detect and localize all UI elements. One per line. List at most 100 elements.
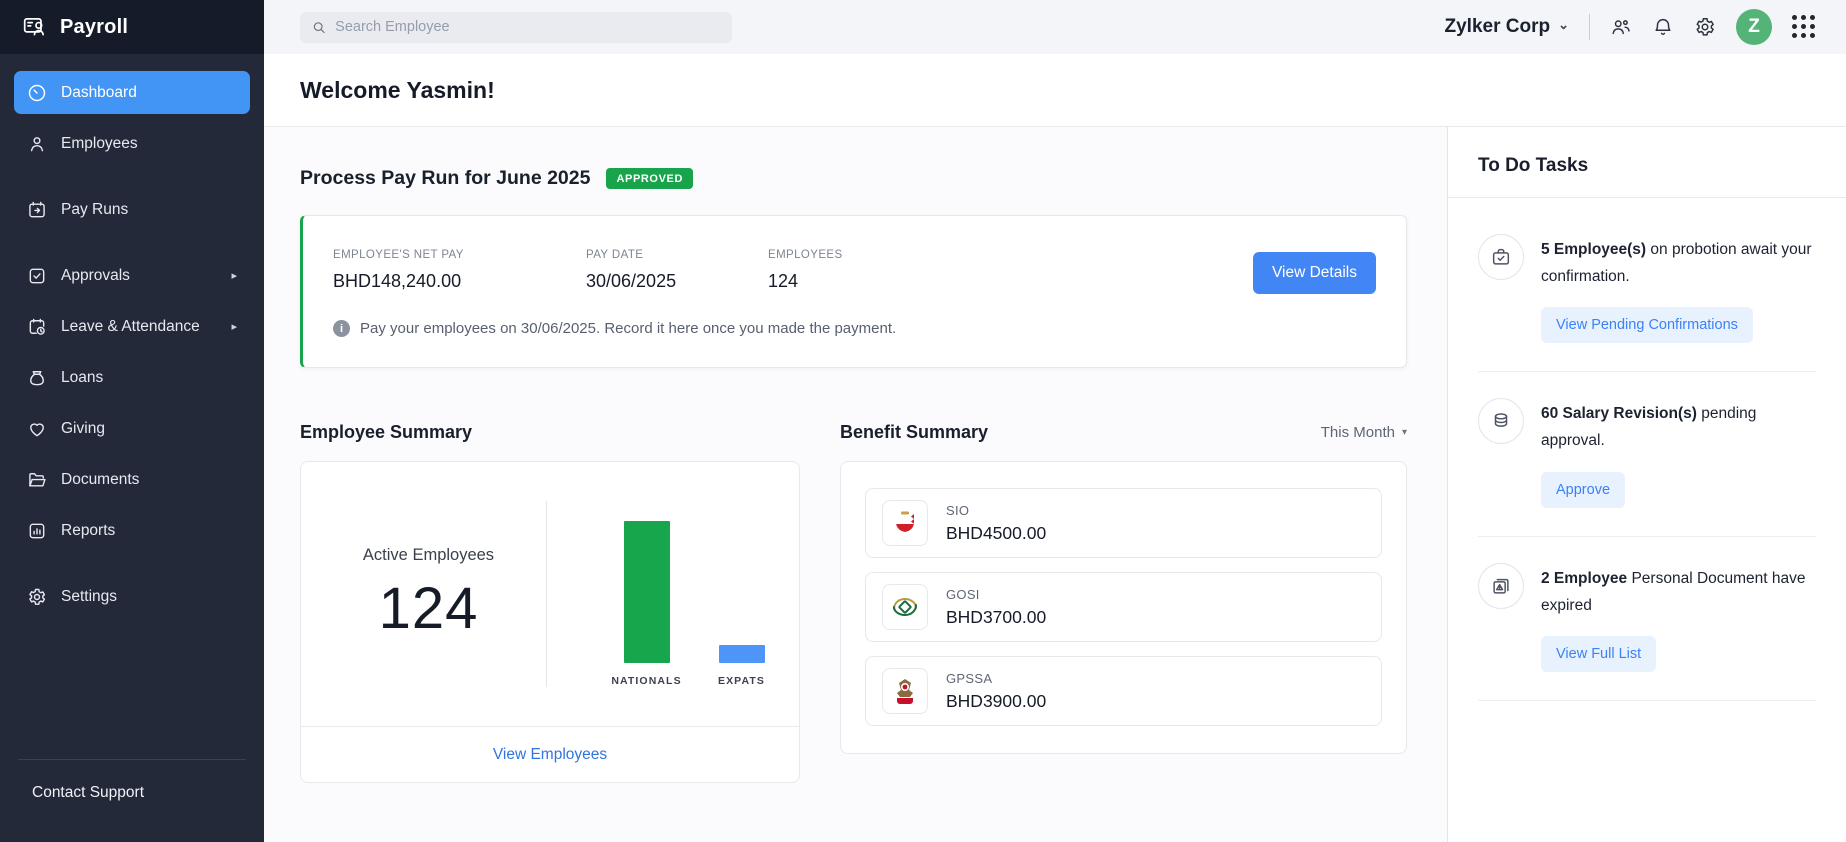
sidebar-item-label: Reports	[61, 522, 115, 540]
dashboard-content: Process Pay Run for June 2025 APPROVED E…	[264, 127, 1447, 842]
payroll-logo-icon	[22, 14, 48, 40]
field-value: 30/06/2025	[586, 271, 768, 292]
gosi-logo-icon	[882, 584, 928, 630]
benefit-amount: BHD3700.00	[946, 607, 1046, 628]
search-icon	[312, 20, 326, 35]
sidebar-item-label: Documents	[61, 471, 139, 489]
status-badge: APPROVED	[606, 168, 693, 189]
company-selector[interactable]: Zylker Corp ⌄	[1445, 16, 1570, 38]
sidebar-item-leave-attendance[interactable]: Leave & Attendance ▸	[14, 305, 250, 348]
sidebar-item-label: Employees	[61, 135, 138, 153]
benefit-name: GOSI	[946, 587, 1046, 602]
chevron-down-icon: ⌄	[1558, 17, 1569, 33]
view-pending-confirmations-button[interactable]: View Pending Confirmations	[1541, 307, 1753, 343]
todo-panel: To Do Tasks 5 Employee(s) on probotion a…	[1447, 127, 1846, 842]
sidebar-item-documents[interactable]: Documents	[14, 458, 250, 501]
net-pay-field: EMPLOYEE'S NET PAY BHD148,240.00	[333, 249, 586, 292]
info-icon: i	[333, 320, 350, 337]
benefit-row-gpssa[interactable]: GPSSA BHD3900.00	[865, 656, 1382, 726]
gear-icon	[27, 587, 47, 607]
active-employees-label: Active Employees	[311, 546, 546, 565]
sidebar-item-label: Pay Runs	[61, 201, 128, 219]
employee-summary-title: Employee Summary	[300, 422, 472, 443]
benefit-amount: BHD3900.00	[946, 691, 1046, 712]
benefit-amount: BHD4500.00	[946, 523, 1046, 544]
benefit-summary-title: Benefit Summary	[840, 422, 988, 443]
sidebar-item-settings[interactable]: Settings	[14, 575, 250, 618]
sidebar-item-reports[interactable]: Reports	[14, 509, 250, 552]
task-text: 60 Salary Revision(s) pending approval.	[1541, 398, 1816, 454]
active-employees-count: 124	[311, 575, 546, 642]
todo-title: To Do Tasks	[1478, 155, 1816, 177]
sidebar-nav: Dashboard Employees Pay Runs Approvals ▸…	[0, 54, 264, 626]
nationals-label: NATIONALS	[611, 675, 681, 687]
app-logo: Payroll	[0, 0, 264, 54]
page-title: Welcome Yasmin!	[300, 77, 495, 104]
task-text: 2 Employee Personal Document have expire…	[1541, 563, 1816, 619]
benefit-name: SIO	[946, 503, 1046, 518]
search-box[interactable]	[300, 12, 732, 43]
search-input[interactable]	[335, 19, 720, 35]
view-employees-link[interactable]: View Employees	[493, 746, 607, 764]
benefit-row-sio[interactable]: SIO BHD4500.00	[865, 488, 1382, 558]
task-count: 5 Employee(s)	[1541, 241, 1646, 258]
settings-gear-icon[interactable]	[1694, 16, 1716, 38]
benefit-summary-card: SIO BHD4500.00 GOSI BHD3700.00	[840, 461, 1407, 754]
view-details-button[interactable]: View Details	[1253, 252, 1376, 294]
sidebar-item-pay-runs[interactable]: Pay Runs	[14, 188, 250, 231]
sidebar-item-label: Approvals	[61, 267, 130, 285]
user-avatar[interactable]: Z	[1736, 9, 1772, 45]
bar-chart-icon	[27, 521, 47, 541]
apps-grid-icon[interactable]	[1792, 15, 1816, 39]
chevron-right-icon: ▸	[231, 269, 237, 282]
company-name: Zylker Corp	[1445, 16, 1551, 38]
field-label: PAY DATE	[586, 249, 768, 261]
topbar-divider	[1589, 14, 1590, 40]
field-label: EMPLOYEES	[768, 249, 843, 261]
employee-summary-card: Active Employees 124 NATIONALS	[300, 461, 800, 783]
employees-count-field: EMPLOYEES 124	[768, 249, 843, 292]
benefit-row-gosi[interactable]: GOSI BHD3700.00	[865, 572, 1382, 642]
pay-date-field: PAY DATE 30/06/2025	[586, 249, 768, 292]
task-probation-confirmations: 5 Employee(s) on probotion await your co…	[1478, 208, 1816, 372]
task-expired-documents: 2 Employee Personal Document have expire…	[1478, 537, 1816, 701]
app-title: Payroll	[60, 16, 128, 39]
sidebar-item-giving[interactable]: Giving	[14, 407, 250, 450]
sidebar-item-label: Loans	[61, 369, 103, 387]
task-salary-revisions: 60 Salary Revision(s) pending approval. …	[1478, 372, 1816, 536]
chevron-right-icon: ▸	[231, 320, 237, 333]
loans-icon	[27, 368, 47, 388]
payrun-note: Pay your employees on 30/06/2025. Record…	[360, 320, 896, 337]
field-value: BHD148,240.00	[333, 271, 586, 292]
document-expired-icon	[1478, 563, 1524, 609]
topbar: Zylker Corp ⌄ Z	[264, 0, 1846, 54]
sidebar-item-loans[interactable]: Loans	[14, 356, 250, 399]
sidebar-item-employees[interactable]: Employees	[14, 122, 250, 165]
period-selector[interactable]: This Month ▾	[1321, 424, 1407, 441]
payrun-title: Process Pay Run for June 2025	[300, 167, 590, 190]
briefcase-check-icon	[1478, 234, 1524, 280]
sidebar-item-approvals[interactable]: Approvals ▸	[14, 254, 250, 297]
notifications-bell-icon[interactable]	[1652, 16, 1674, 38]
employee-bar-chart: NATIONALS EXPATS	[546, 501, 789, 687]
welcome-band: Welcome Yasmin!	[264, 54, 1846, 127]
task-text: 5 Employee(s) on probotion await your co…	[1541, 234, 1816, 290]
uae-emblem-icon	[882, 668, 928, 714]
sidebar-item-dashboard[interactable]: Dashboard	[14, 71, 250, 114]
approve-button[interactable]: Approve	[1541, 472, 1625, 508]
task-count: 60 Salary Revision(s)	[1541, 405, 1697, 422]
task-count: 2 Employee	[1541, 570, 1627, 587]
field-value: 124	[768, 271, 843, 292]
leave-attendance-icon	[27, 317, 47, 337]
period-label: This Month	[1321, 424, 1395, 441]
folder-icon	[27, 470, 47, 490]
users-icon[interactable]	[1610, 16, 1632, 38]
expats-label: EXPATS	[718, 675, 765, 687]
benefit-name: GPSSA	[946, 671, 1046, 686]
view-full-list-button[interactable]: View Full List	[1541, 636, 1656, 672]
nationals-bar	[624, 521, 670, 663]
bahrain-emblem-icon	[882, 500, 928, 546]
coins-icon	[1478, 398, 1524, 444]
contact-support-link[interactable]: Contact Support	[0, 760, 264, 842]
dashboard-icon	[27, 83, 47, 103]
